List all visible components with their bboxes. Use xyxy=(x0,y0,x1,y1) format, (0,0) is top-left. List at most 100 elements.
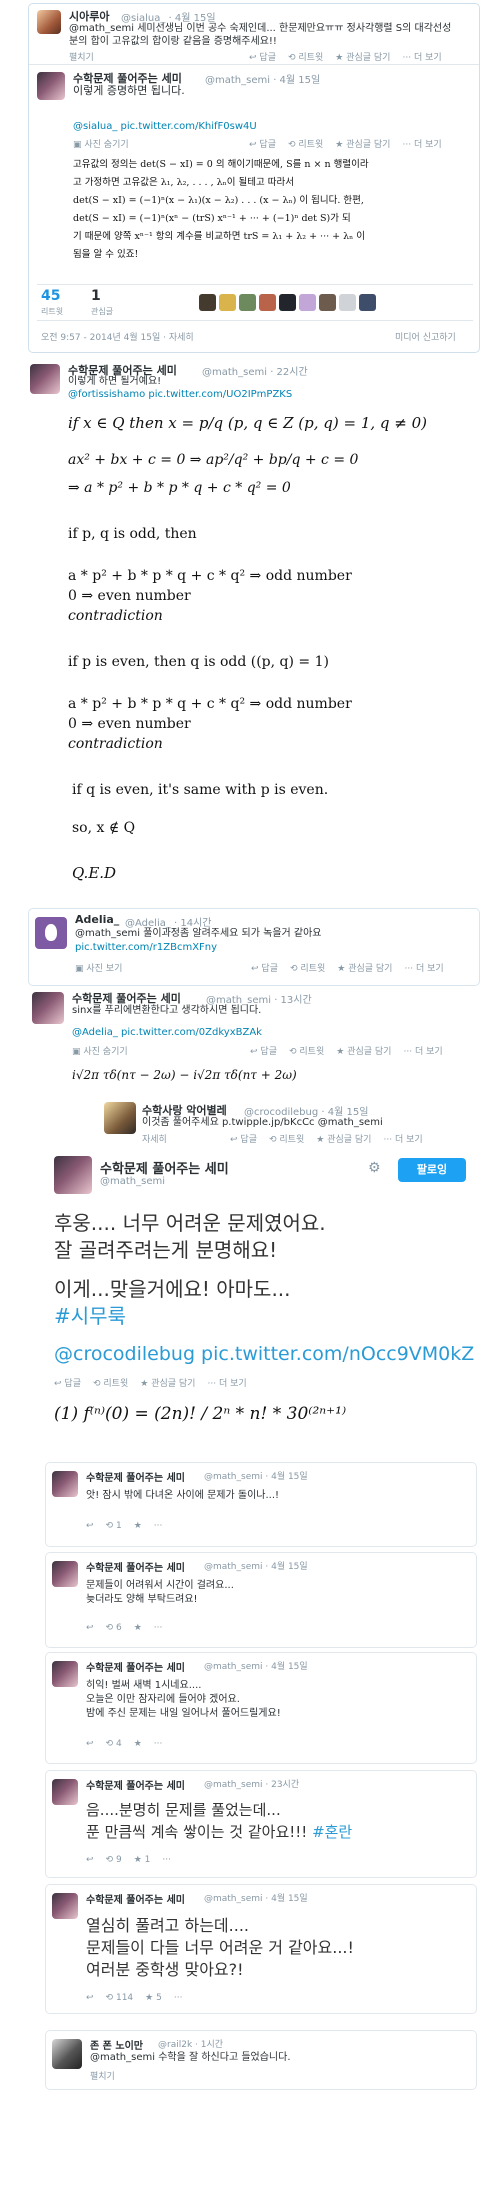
author-name[interactable]: 수학문제 풀어주는 세미 xyxy=(86,1469,185,1484)
pic-link[interactable]: @sialua_ pic.twitter.com/KhifF0sw4U xyxy=(73,120,257,134)
avatar[interactable] xyxy=(259,294,276,311)
retweet-button[interactable]: ⟲ 9 xyxy=(106,1855,122,1865)
avatar[interactable] xyxy=(35,917,67,949)
favorite-button[interactable]: ★ 관심글 담기 xyxy=(140,1376,195,1389)
retweet-button[interactable]: ⟲ 114 xyxy=(106,1993,134,2003)
reply-button[interactable]: ↩ 답글 xyxy=(54,1376,81,1389)
author-name[interactable]: Adelia_ xyxy=(75,913,119,926)
retweet-button[interactable]: ⟲ 4 xyxy=(106,1739,122,1749)
retweet-button[interactable]: ⟲ 6 xyxy=(106,1623,122,1633)
favorite-button[interactable]: ★ xyxy=(134,1521,142,1531)
avatar[interactable] xyxy=(279,294,296,311)
favorite-button[interactable]: ★ 관심글 담기 xyxy=(337,961,392,974)
avatar[interactable] xyxy=(37,10,61,34)
author-name[interactable]: 수학문제 풀어주는 세미 xyxy=(86,1659,185,1674)
reply-button[interactable]: ↩ 답글 xyxy=(250,1044,277,1057)
avatar[interactable] xyxy=(52,1471,78,1497)
author-handle[interactable]: @math_semi · 22시간 xyxy=(202,363,308,378)
report-media-link[interactable]: 미디어 신고하기 xyxy=(395,330,456,343)
avatar[interactable] xyxy=(54,1156,92,1194)
favorite-button[interactable]: ★ 5 xyxy=(145,1993,162,2003)
author-handle[interactable]: @math_semi · 23시간 xyxy=(204,1777,299,1790)
more-button[interactable]: ··· 더 보기 xyxy=(402,50,441,63)
favorite-button[interactable]: ★ 관심글 담기 xyxy=(335,137,390,150)
avatar[interactable] xyxy=(52,2039,82,2069)
author-name[interactable]: 수학문제 풀어주는 세미 xyxy=(100,1158,229,1177)
author-handle[interactable]: @math_semi · 4월 15일 xyxy=(204,1469,308,1482)
author-handle[interactable]: @rail2k · 1시간 xyxy=(158,2037,223,2050)
hashtag-link[interactable]: #혼란 xyxy=(312,1823,352,1841)
more-button[interactable]: ··· 더 보기 xyxy=(207,1376,246,1389)
more-button[interactable]: ··· 더 보기 xyxy=(404,961,443,974)
author-name[interactable]: 수학문제 풀어주는 세미 xyxy=(86,1559,185,1574)
author-handle[interactable]: @math_semi · 4월 15일 xyxy=(204,1891,308,1904)
reply-button[interactable]: ↩ xyxy=(86,1623,94,1633)
avatar[interactable] xyxy=(299,294,316,311)
more-button[interactable]: ··· xyxy=(174,1993,183,2003)
more-button[interactable]: ··· xyxy=(162,1855,171,1865)
proof-image[interactable]: if x ∈ Q then x = p/q (p, q ∈ Z (p, q) =… xyxy=(68,408,478,903)
favorite-button[interactable]: ★ 관심글 담기 xyxy=(335,50,390,63)
avatar[interactable] xyxy=(239,294,256,311)
pic-link[interactable]: @crocodilebug pic.twitter.com/nOcc9VM0kZ xyxy=(54,1341,474,1368)
retweet-button[interactable]: ⟲ 리트윗 xyxy=(289,1044,324,1057)
avatar[interactable] xyxy=(359,294,376,311)
photo-toggle[interactable]: ▣ 사진 숨기기 xyxy=(72,1044,128,1057)
pic-link[interactable]: @Adelia_ pic.twitter.com/0ZdkyxBZAk xyxy=(72,1026,262,1040)
author-name[interactable]: 수학문제 풀어주는 세미 xyxy=(86,1891,185,1906)
expand-link[interactable]: 펼치기 xyxy=(90,2069,115,2082)
avatar[interactable] xyxy=(37,72,65,100)
reply-button[interactable]: ↩ xyxy=(86,1521,94,1531)
avatar[interactable] xyxy=(319,294,336,311)
more-button[interactable]: ··· xyxy=(154,1739,163,1749)
favorite-button[interactable]: ★ xyxy=(134,1739,142,1749)
gear-icon[interactable]: ⚙ xyxy=(368,1160,381,1176)
reply-button[interactable]: ↩ 답글 xyxy=(249,137,276,150)
details-link[interactable]: 자세히 xyxy=(142,1132,167,1145)
avatar[interactable] xyxy=(30,364,60,394)
avatar[interactable] xyxy=(199,294,216,311)
retweet-button[interactable]: ⟲ 1 xyxy=(106,1521,122,1531)
reply-button[interactable]: ↩ 답글 xyxy=(251,961,278,974)
author-handle[interactable]: @math_semi · 4월 15일 xyxy=(204,1559,308,1572)
author-name[interactable]: 수학문제 풀어주는 세미 xyxy=(86,1777,185,1792)
avatar[interactable] xyxy=(52,1561,78,1587)
retweet-button[interactable]: ⟲ 리트윗 xyxy=(288,50,323,63)
retweet-button[interactable]: ⟲ 리트윗 xyxy=(269,1132,304,1145)
expand-link[interactable]: 펼치기 xyxy=(69,50,94,63)
reply-button[interactable]: ↩ xyxy=(86,1993,94,2003)
favorite-button[interactable]: ★ 관심글 담기 xyxy=(316,1132,371,1145)
proof-image[interactable]: 고유값의 정의는 det(S − xI) = 0 의 해이기때문에, S를 n … xyxy=(73,156,473,274)
favorite-count[interactable]: 1 xyxy=(91,288,101,304)
favorite-button[interactable]: ★ 1 xyxy=(134,1855,151,1865)
photo-toggle[interactable]: ▣ 사진 숨기기 xyxy=(73,137,129,150)
more-button[interactable]: ··· xyxy=(154,1521,163,1531)
retweet-button[interactable]: ⟲ 리트윗 xyxy=(93,1376,128,1389)
avatar[interactable] xyxy=(104,1102,136,1134)
avatar[interactable] xyxy=(219,294,236,311)
hashtag-link[interactable]: #시무룩 xyxy=(54,1303,126,1330)
avatar[interactable] xyxy=(339,294,356,311)
retweet-button[interactable]: ⟲ 리트윗 xyxy=(288,137,323,150)
following-button[interactable]: 팔로잉 xyxy=(398,1158,466,1182)
author-handle[interactable]: @math_semi xyxy=(100,1176,165,1187)
photo-toggle[interactable]: ▣ 사진 보기 xyxy=(75,961,122,974)
reply-button[interactable]: ↩ xyxy=(86,1739,94,1749)
more-button[interactable]: ··· 더 보기 xyxy=(383,1132,422,1145)
avatar[interactable] xyxy=(32,992,64,1024)
more-button[interactable]: ··· 더 보기 xyxy=(403,1044,442,1057)
avatar[interactable] xyxy=(52,1779,78,1805)
reply-button[interactable]: ↩ 답글 xyxy=(230,1132,257,1145)
retweet-button[interactable]: ⟲ 리트윗 xyxy=(290,961,325,974)
retweet-count[interactable]: 45 xyxy=(41,288,60,304)
favorite-button[interactable]: ★ 관심글 담기 xyxy=(336,1044,391,1057)
author-name[interactable]: 존 폰 노이만 xyxy=(90,2037,143,2052)
tweet-timestamp[interactable]: 오전 9:57 - 2014년 4월 15일 · 자세히 xyxy=(41,330,194,343)
pic-link[interactable]: @fortissishamo pic.twitter.com/UO2IPmPZK… xyxy=(68,388,292,402)
avatar[interactable] xyxy=(52,1661,78,1687)
reply-button[interactable]: ↩ xyxy=(86,1855,94,1865)
more-button[interactable]: ··· xyxy=(154,1623,163,1633)
author-handle[interactable]: @math_semi · 4월 15일 xyxy=(205,71,320,86)
author-handle[interactable]: @math_semi · 4월 15일 xyxy=(204,1659,308,1672)
more-button[interactable]: ··· 더 보기 xyxy=(402,137,441,150)
